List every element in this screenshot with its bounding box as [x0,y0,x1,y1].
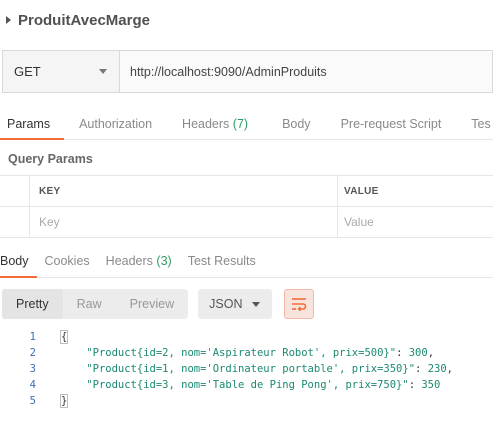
column-header-value: VALUE [344,185,379,197]
key-placeholder: Key [39,215,60,229]
line-number: 2 [29,347,36,359]
code-line: 5} [0,393,493,409]
tab-label: Cookies [44,254,90,268]
query-params-title: Query Params [8,152,93,166]
json-key: "Product{id=3, nom='Table de Ping Pong',… [86,379,409,391]
value-input[interactable]: Value [338,207,493,237]
caret-right-icon[interactable] [6,16,11,24]
format-label: JSON [209,297,243,311]
url-bar: GET http://localhost:9090/AdminProduits [2,50,493,93]
value-placeholder: Value [344,215,374,229]
tab-response-headers[interactable]: Headers (3) [106,248,172,277]
json-separator: , [427,347,435,359]
tab-body[interactable]: Body [282,108,311,139]
request-tabs: Params Authorization Headers (7) Body Pr… [0,108,493,140]
method-select[interactable]: GET [3,51,120,92]
row-handle [0,207,30,237]
tab-count: (3) [156,254,172,268]
json-open-brace: { [59,330,69,344]
tab-label: Headers [105,254,153,268]
response-body-editor[interactable]: 1{ 2 "Product{id=2, nom='Aspirateur Robo… [0,329,493,409]
code-line: 4 "Product{id=3, nom='Table de Ping Pong… [0,377,493,393]
response-toolbar: Pretty Raw Preview JSON [2,289,315,319]
tab-authorization[interactable]: Authorization [79,108,152,139]
line-number: 5 [29,395,36,407]
column-header-key: KEY [39,185,61,197]
tab-test-results[interactable]: Test Results [188,248,256,277]
view-pretty-button[interactable]: Pretty [2,289,63,319]
chevron-down-icon [252,301,261,307]
format-select[interactable]: JSON [198,289,273,319]
code-line: 2 "Product{id=2, nom='Aspirateur Robot',… [0,345,493,361]
request-name: ProduitAvecMarge [18,11,150,29]
json-close-brace: } [59,394,69,408]
tab-pre-request-script[interactable]: Pre-request Script [341,108,442,139]
tab-cookies[interactable]: Cookies [45,248,90,277]
url-input[interactable]: http://localhost:9090/AdminProduits [120,51,492,92]
response-tabs: Body Cookies Headers (3) Test Results [0,248,493,278]
request-title-row[interactable]: ProduitAvecMarge [0,0,493,40]
tab-label: Tes [471,117,491,131]
chevron-down-icon [99,69,107,74]
query-params-table: KEY VALUE Key Value [0,175,493,238]
json-value: 350 [421,379,441,391]
tab-response-body[interactable]: Body [0,248,36,278]
json-key: "Product{id=1, nom='Ordinateur portable'… [86,363,416,375]
row-handle [0,176,30,206]
wrap-lines-icon [292,298,307,311]
json-separator: , [446,363,453,375]
wrap-lines-button[interactable] [284,289,315,319]
tab-label: Params [7,117,51,131]
tab-headers[interactable]: Headers (7) [182,108,248,139]
json-value: 230 [427,363,447,375]
method-label: GET [14,64,41,79]
table-header-row: KEY VALUE [0,176,493,207]
json-value: 300 [408,347,428,359]
tab-tests[interactable]: Tes [471,108,490,139]
tab-label: Body [282,117,311,131]
view-preview-button[interactable]: Preview [116,289,188,319]
tab-params[interactable]: Params [0,108,65,140]
view-mode-switch: Pretty Raw Preview [2,289,189,319]
code-line: 3 "Product{id=1, nom='Ordinateur portabl… [0,361,493,377]
tab-label: Test Results [187,254,256,268]
tab-label: Pre-request Script [340,117,442,131]
view-raw-button[interactable]: Raw [63,289,116,319]
tab-count: (7) [232,117,249,131]
code-line: 1{ [0,329,493,345]
key-input[interactable]: Key [30,207,338,237]
tab-label: Body [0,254,29,268]
json-key: "Product{id=2, nom='Aspirateur Robot', p… [86,347,397,359]
tab-label: Headers [182,117,230,131]
tab-label: Authorization [79,117,153,131]
line-number: 3 [29,363,36,375]
table-row: Key Value [0,207,493,238]
line-number: 4 [29,379,36,391]
line-number: 1 [29,331,36,343]
